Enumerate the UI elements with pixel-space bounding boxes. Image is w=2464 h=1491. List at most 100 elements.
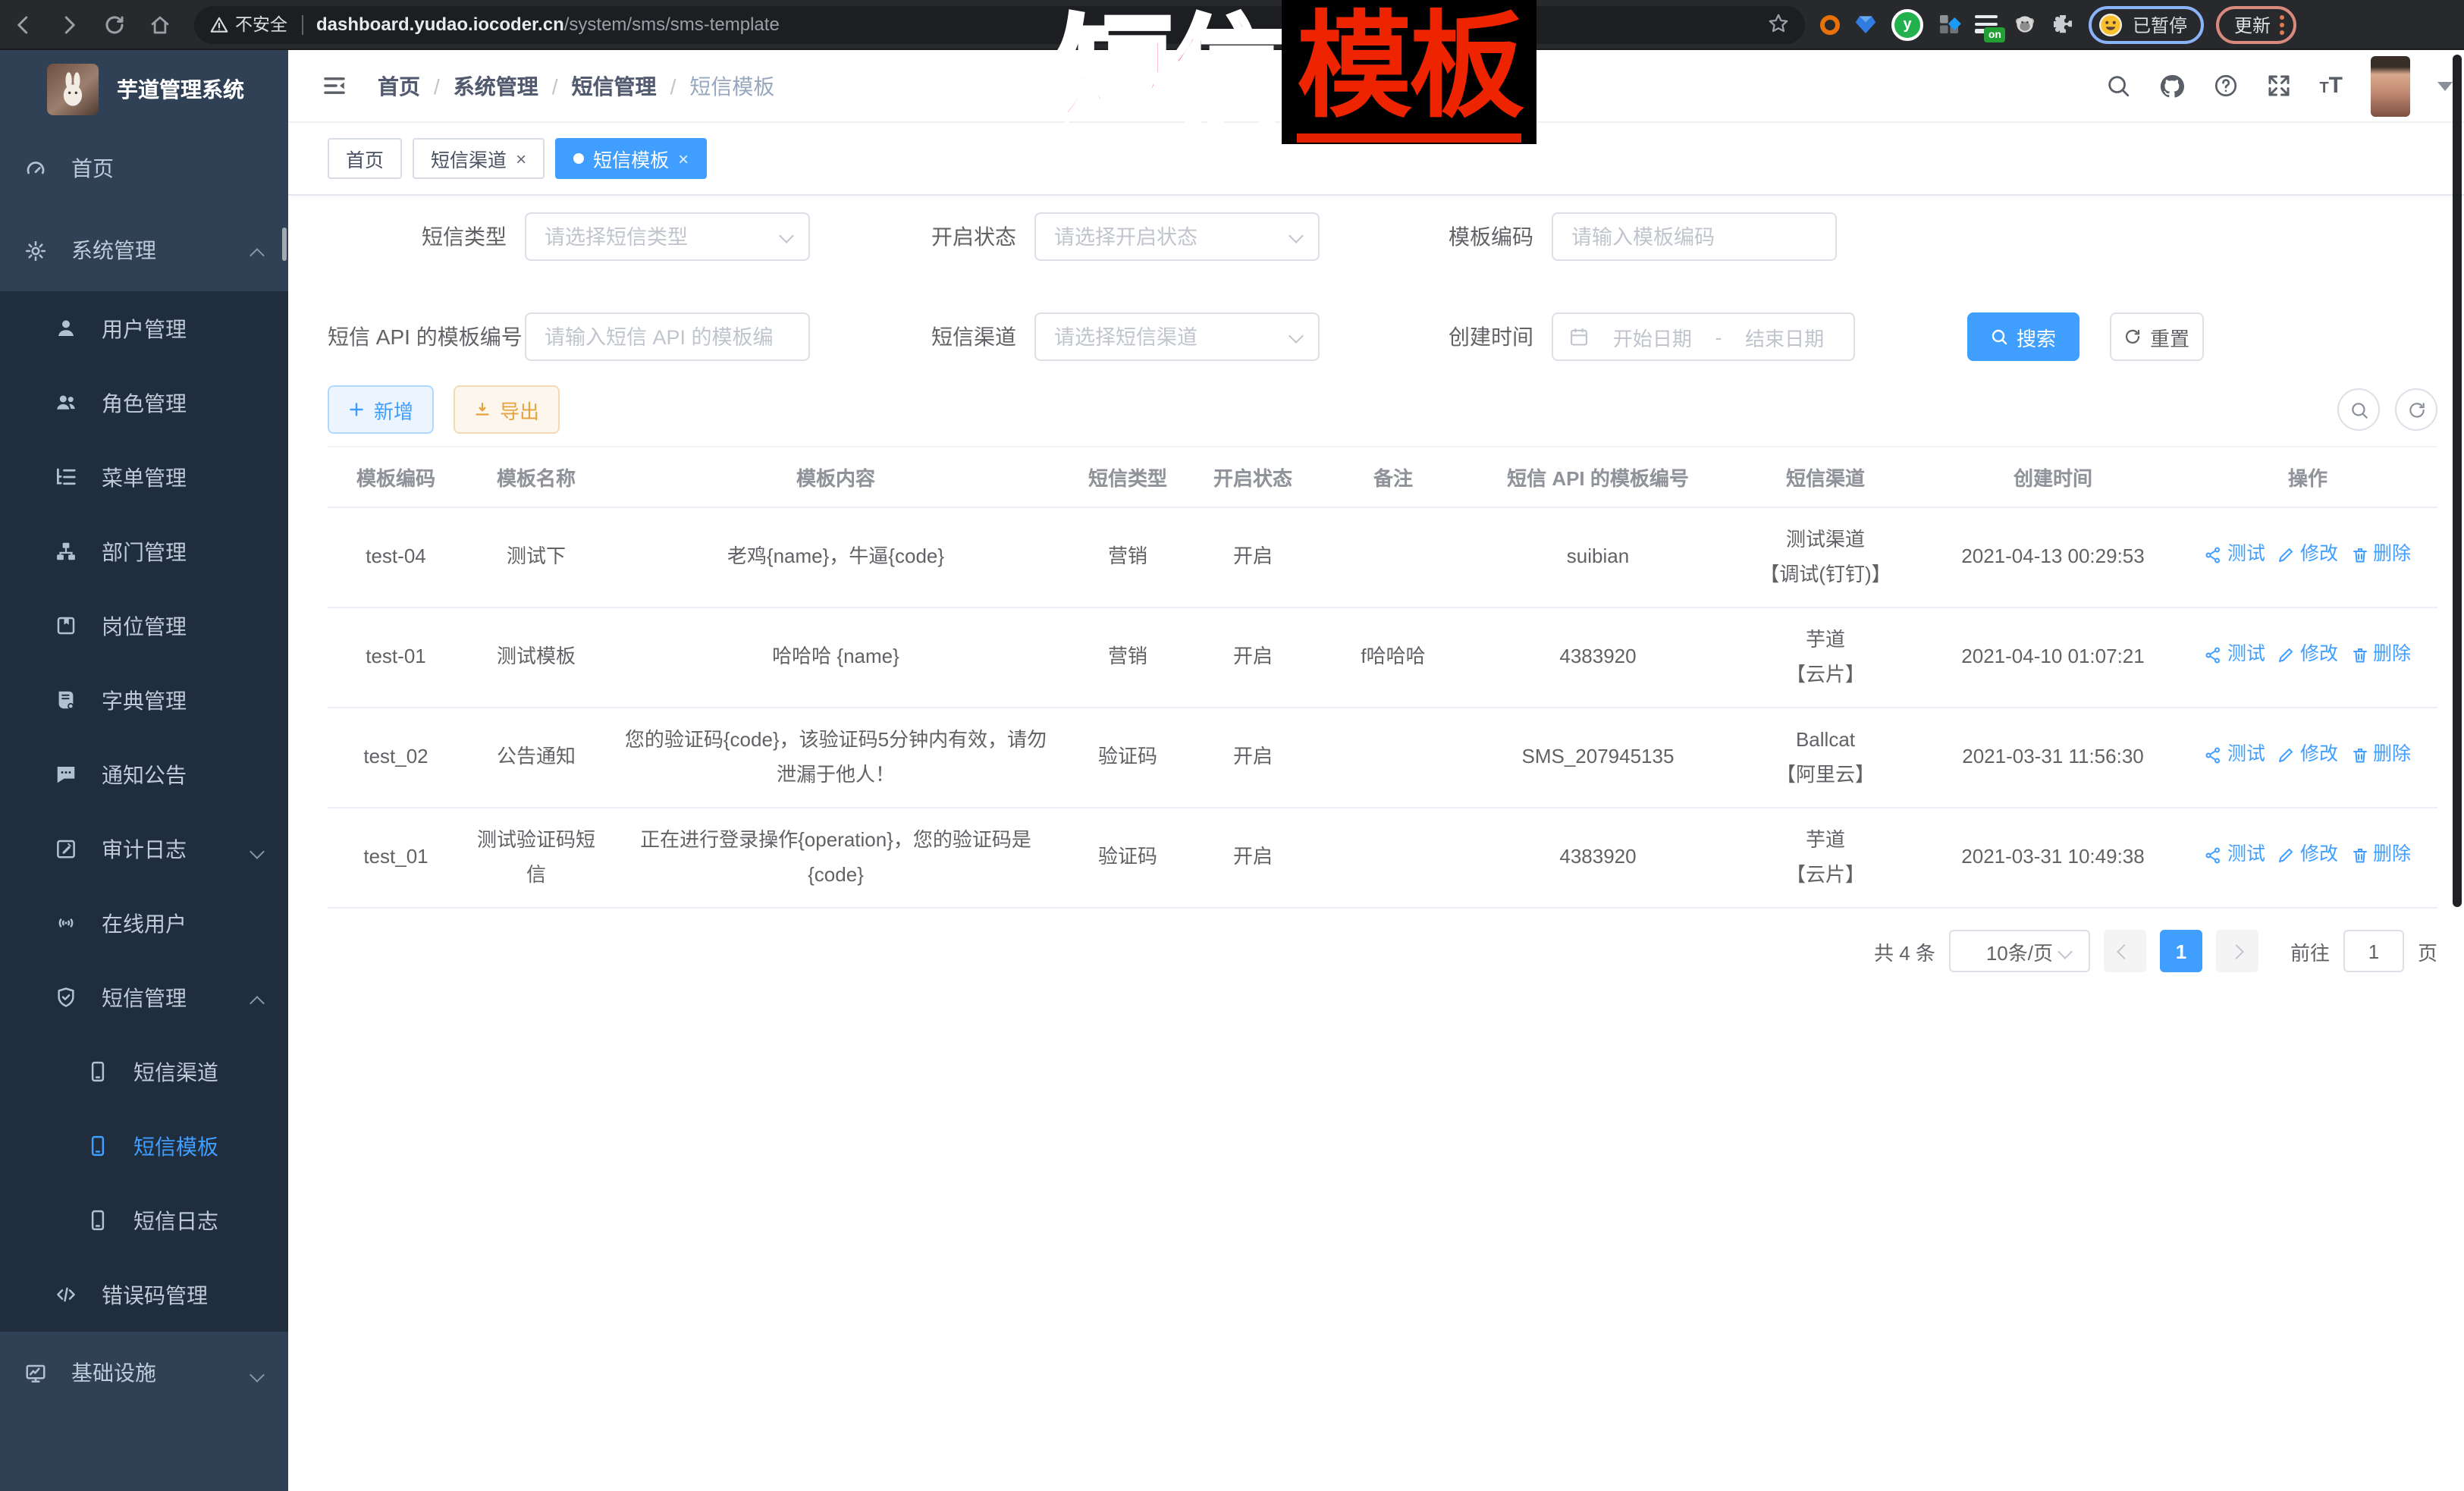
delete-link[interactable]: 删除 — [2350, 538, 2411, 572]
cell-content: 老鸡{name}，牛逼{code} — [608, 507, 1063, 607]
sms-channel-select-input[interactable] — [1034, 312, 1320, 361]
sidebar-item-audit-log[interactable]: 审计日志 — [0, 811, 288, 886]
browser-toolbar: 不安全 dashboard.yudao.iocoder.cn/system/sm… — [0, 0, 2464, 50]
sidebar-item-home[interactable]: 首页 — [0, 127, 288, 209]
sidebar-item-system[interactable]: 系统管理 — [0, 209, 288, 291]
font-size-icon[interactable]: TT — [2319, 74, 2343, 98]
browser-update-chip[interactable]: 更新 — [2216, 5, 2296, 43]
sidebar-item-notices[interactable]: 通知公告 — [0, 737, 288, 811]
refresh-table-button[interactable] — [2395, 388, 2437, 431]
github-icon[interactable] — [2158, 72, 2186, 99]
help-icon[interactable] — [2213, 73, 2239, 99]
template-code-input[interactable] — [1552, 212, 1837, 261]
user-avatar[interactable] — [2370, 55, 2409, 116]
test-link[interactable]: 测试 — [2205, 739, 2265, 772]
sidebar-item-sms-log[interactable]: 短信日志 — [0, 1183, 288, 1257]
search-icon[interactable] — [2105, 73, 2131, 99]
delete-link[interactable]: 删除 — [2350, 639, 2411, 672]
date-end-placeholder[interactable]: 结束日期 — [1731, 322, 1838, 351]
test-link[interactable]: 测试 — [2205, 538, 2265, 572]
tab-sms-channel[interactable]: 短信渠道 × — [413, 138, 545, 179]
test-link[interactable]: 测试 — [2205, 839, 2265, 872]
add-button[interactable]: 新增 — [328, 385, 434, 434]
app-logo[interactable]: 芋道管理系统 — [0, 50, 288, 127]
sms-channel-select[interactable] — [1034, 312, 1320, 361]
create-time-daterange[interactable]: 开始日期 - 结束日期 — [1552, 312, 1855, 361]
dictionary-icon — [55, 689, 77, 711]
tab-home[interactable]: 首页 — [328, 138, 402, 179]
edit-link[interactable]: 修改 — [2277, 639, 2338, 672]
sidebar-item-users[interactable]: 用户管理 — [0, 291, 288, 366]
browser-home-button[interactable] — [137, 6, 182, 42]
edit-link[interactable]: 修改 — [2277, 538, 2338, 572]
address-bar[interactable]: 不安全 dashboard.yudao.iocoder.cn/system/sm… — [194, 5, 1805, 43]
sidebar-item-roles[interactable]: 角色管理 — [0, 366, 288, 440]
toggle-search-button[interactable] — [2337, 388, 2380, 431]
browser-back-button[interactable] — [0, 6, 46, 42]
browser-forward-button[interactable] — [46, 6, 91, 42]
extension-monkey-icon[interactable] — [2013, 12, 2037, 36]
next-page-button[interactable] — [2216, 930, 2258, 972]
sidebar-scrollbar-thumb[interactable] — [282, 228, 287, 261]
extension-y-icon[interactable]: y — [1891, 8, 1923, 40]
extensions-puzzle-icon[interactable] — [2051, 12, 2075, 36]
reset-button[interactable]: 重置 — [2110, 312, 2204, 361]
sidebar-item-sms[interactable]: 短信管理 — [0, 960, 288, 1034]
sidebar-item-online-users[interactable]: 在线用户 — [0, 886, 288, 960]
browser-profile-chip[interactable]: 已暂停 — [2089, 5, 2204, 43]
security-warning[interactable]: 不安全 — [209, 12, 287, 36]
sidebar-item-dict[interactable]: 字典管理 — [0, 663, 288, 737]
topbar-actions: TT — [2105, 55, 2452, 116]
sidebar-item-infrastructure[interactable]: 基础设施 — [0, 1332, 288, 1414]
close-icon[interactable]: × — [516, 149, 526, 168]
extension-list-on-icon[interactable]: on — [1975, 12, 1999, 36]
search-button[interactable]: 搜索 — [1967, 312, 2079, 361]
current-page-button[interactable]: 1 — [2160, 930, 2202, 972]
api-template-id-input[interactable] — [525, 312, 810, 361]
status-select[interactable] — [1034, 212, 1320, 261]
tab-sms-template[interactable]: 短信模板 × — [555, 138, 707, 179]
sidebar-item-label: 短信日志 — [133, 1205, 218, 1235]
browser-reload-button[interactable] — [91, 6, 137, 42]
prev-page-button[interactable] — [2104, 930, 2146, 972]
fullscreen-icon[interactable] — [2266, 73, 2292, 99]
cell-created: 2021-04-13 00:29:53 — [1928, 507, 2178, 607]
sms-type-select[interactable] — [525, 212, 810, 261]
status-select-input[interactable] — [1034, 212, 1320, 261]
api-template-id-field[interactable] — [525, 312, 810, 361]
back-icon — [11, 13, 34, 36]
bookmark-star-button[interactable] — [1767, 11, 1790, 38]
extension-grid-icon[interactable] — [1937, 12, 1961, 36]
goto-page-input[interactable] — [2343, 930, 2404, 972]
breadcrumb-item[interactable]: 首页 — [378, 71, 420, 101]
sidebar-item-error-codes[interactable]: 错误码管理 — [0, 1257, 288, 1332]
test-link[interactable]: 测试 — [2205, 639, 2265, 672]
share-icon — [2205, 846, 2223, 865]
date-start-placeholder[interactable]: 开始日期 — [1599, 322, 1706, 351]
sidebar-item-posts[interactable]: 岗位管理 — [0, 589, 288, 663]
extension-gem-icon[interactable] — [1853, 12, 1878, 36]
extension-donut-icon[interactable] — [1820, 14, 1840, 34]
sidebar-collapse-button[interactable] — [322, 72, 347, 99]
breadcrumb-item[interactable]: 短信管理 — [572, 71, 657, 101]
sidebar-item-sms-template[interactable]: 短信模板 — [0, 1109, 288, 1183]
filter-label-api-template-id: 短信 API 的模板编号 — [328, 322, 525, 352]
audit-log-icon — [55, 837, 77, 860]
edit-link[interactable]: 修改 — [2277, 839, 2338, 872]
avatar-dropdown-icon[interactable] — [2437, 81, 2452, 90]
delete-link[interactable]: 删除 — [2350, 839, 2411, 872]
sidebar-item-menus[interactable]: 菜单管理 — [0, 440, 288, 514]
close-icon[interactable]: × — [678, 149, 689, 168]
breadcrumb-item[interactable]: 系统管理 — [454, 71, 538, 101]
sms-type-select-input[interactable] — [525, 212, 810, 261]
sidebar-item-sms-channel[interactable]: 短信渠道 — [0, 1034, 288, 1109]
page-size-select[interactable]: 10条/页 — [1949, 930, 2090, 972]
edit-link[interactable]: 修改 — [2277, 739, 2338, 772]
page-scrollbar-thumb[interactable] — [2452, 55, 2461, 907]
template-code-field[interactable] — [1552, 212, 1837, 261]
sidebar-item-departments[interactable]: 部门管理 — [0, 514, 288, 589]
delete-link[interactable]: 删除 — [2350, 739, 2411, 772]
export-button[interactable]: 导出 — [454, 385, 560, 434]
browser-menu-icon[interactable] — [2280, 14, 2284, 34]
chevron-down-icon — [252, 843, 264, 855]
